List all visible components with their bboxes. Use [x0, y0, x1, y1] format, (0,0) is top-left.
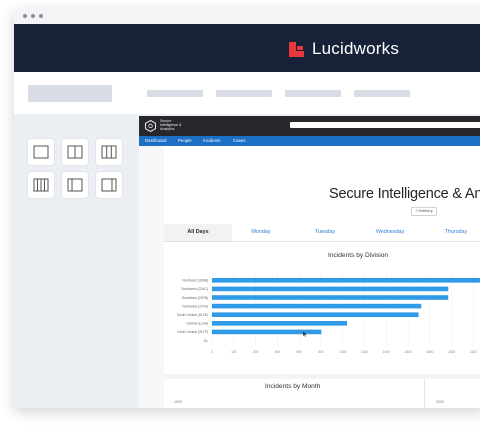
app-logo-icon — [145, 120, 156, 132]
app-brand: Secure Intelligence & Analytics — [160, 119, 190, 132]
y-category-label: North Central (31TP) — [177, 330, 208, 334]
lucidworks-logo-icon — [289, 41, 304, 57]
x-tick-label: 2200 — [470, 350, 477, 354]
y-category-label: Northeast (30AB) — [183, 279, 208, 283]
tab-wednesday[interactable]: Wednesday — [372, 229, 408, 235]
x-tick-label: 100 — [231, 350, 237, 354]
logo-placeholder — [28, 85, 112, 102]
division-bar — [212, 321, 347, 326]
nav-incidents[interactable]: Incidents — [203, 138, 221, 143]
y-category-label: Southwest (22AC) — [181, 287, 208, 291]
division-chart-title: Incidents by Division — [328, 252, 389, 259]
two-column-icon — [67, 145, 83, 159]
brand-header: Lucidworks — [14, 24, 480, 72]
tab-monday[interactable]: Monday — [243, 229, 279, 235]
x-tick-label: 1000 — [339, 350, 346, 354]
embedded-app: Secure Intelligence & Analytics Dashboar… — [139, 116, 480, 408]
nav-placeholder-strip — [14, 72, 480, 114]
division-bar — [212, 303, 422, 309]
three-column-icon — [101, 145, 117, 159]
division-bar — [212, 278, 480, 283]
nav-placeholder-3[interactable] — [285, 90, 341, 97]
tab-tuesday[interactable]: Tuesday — [307, 229, 343, 235]
four-column-icon — [33, 178, 49, 192]
x-tick-label: 400 — [275, 350, 281, 354]
x-tick-label: 600 — [296, 350, 302, 354]
minimize-dot[interactable] — [31, 14, 35, 18]
y-category-label: Central (1LSA) — [186, 322, 208, 326]
layout-tile[interactable] — [62, 139, 88, 165]
x-tick-label: 1400 — [383, 350, 390, 354]
subpanel-divider — [424, 379, 425, 408]
layout-tile[interactable] — [28, 139, 54, 165]
lucidworks-logo[interactable]: Lucidworks — [288, 38, 399, 60]
maximize-dot[interactable] — [39, 14, 43, 18]
app-header: Secure Intelligence & Analytics — [139, 116, 480, 136]
y-category-label: Northwest (21TA) — [182, 304, 208, 308]
nav-placeholder-1[interactable] — [147, 90, 203, 97]
tab-thursday[interactable]: Thursday — [438, 229, 474, 235]
layout-tile[interactable] — [28, 172, 54, 198]
right-panel-y-tick: 2000 — [436, 400, 444, 404]
nav-placeholder-4[interactable] — [354, 90, 410, 97]
browser-window: Lucidworks Secure Intelligence & Analyti… — [14, 8, 480, 408]
division-bar — [212, 295, 449, 300]
nav-cases[interactable]: Cases — [233, 138, 245, 143]
division-bar — [212, 312, 419, 317]
close-dot[interactable] — [23, 14, 27, 18]
x-tick-label: 2000 — [448, 350, 455, 354]
app-brand-line: Analytics — [160, 127, 175, 132]
month-chart-title: Incidents by Month — [265, 383, 321, 390]
nav-people[interactable]: People — [178, 138, 192, 143]
x-tick-label: 0 — [211, 350, 213, 354]
division-bar-chart: 0 100 200 400 600 800 1000 1200 1400 1600 1800 2000… — [177, 272, 480, 354]
page-title: Secure Intelligence & An — [329, 186, 480, 202]
app-nav: Dashboard People Incidents Cases — [139, 136, 480, 146]
x-tick-label: 1600 — [405, 350, 412, 354]
y-category-label: OL — [204, 339, 209, 343]
layout-panel — [14, 114, 138, 408]
tab-all-days[interactable]: All Days — [180, 229, 216, 235]
y-category-label: South Central (51ZE) — [177, 313, 208, 317]
left-sidebar-icon — [67, 178, 83, 192]
nav-dashboard[interactable]: Dashboard — [145, 138, 166, 143]
app-search-input[interactable] — [290, 122, 480, 128]
section-divider — [164, 374, 480, 379]
y-category-label: Southeast (21PB) — [182, 296, 208, 300]
layout-tile[interactable] — [96, 139, 122, 165]
month-chart-y-tick: 1000 — [174, 400, 182, 404]
x-tick-label: 200 — [253, 350, 259, 354]
division-bar — [212, 286, 449, 292]
layout-tile[interactable] — [96, 172, 122, 198]
window-chrome — [14, 8, 480, 24]
x-tick-label: 1800 — [426, 350, 433, 354]
day-tabs: All Days Monday Tuesday Wednesday Thursd… — [164, 224, 480, 242]
nav-placeholder-2[interactable] — [216, 90, 272, 97]
x-tick-label: 800 — [318, 350, 324, 354]
brand-name: Lucidworks — [312, 39, 400, 58]
dashboard-content: Secure Intelligence & An + Robbery All D… — [164, 146, 480, 408]
single-panel-icon — [33, 145, 49, 159]
layout-tile[interactable] — [62, 172, 88, 198]
x-tick-label: 1200 — [361, 350, 368, 354]
filter-chip[interactable]: + Robbery — [411, 207, 437, 216]
right-sidebar-icon — [101, 178, 117, 192]
